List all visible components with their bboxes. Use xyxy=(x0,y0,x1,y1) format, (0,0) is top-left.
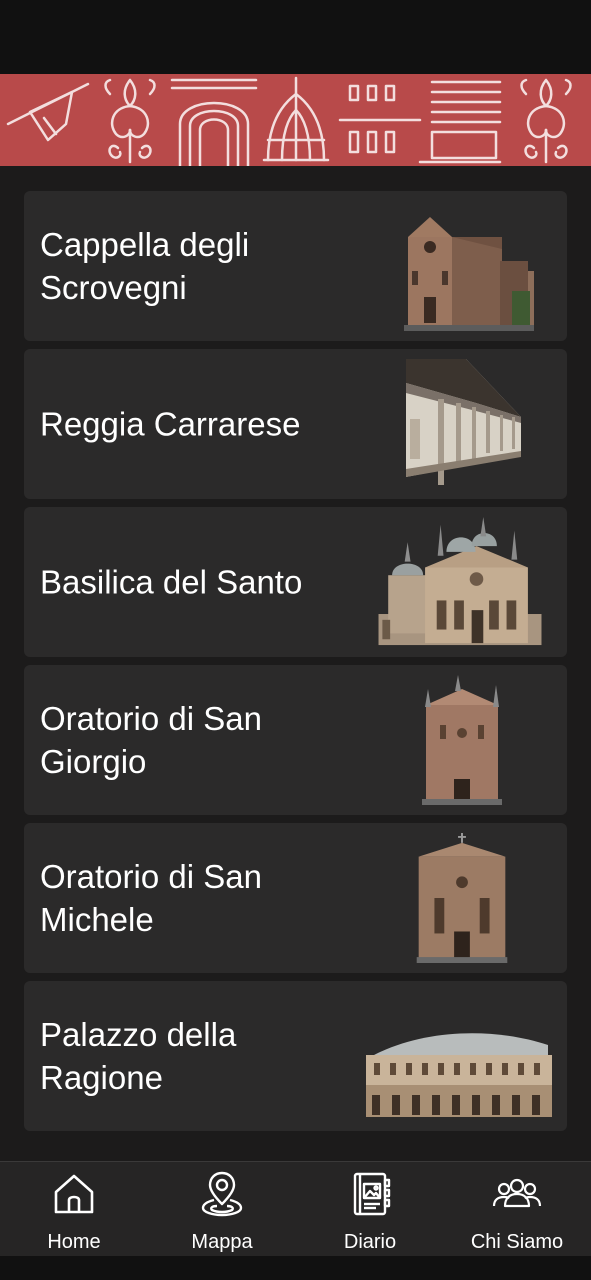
dome-icon xyxy=(262,76,330,162)
monument-title: Cappella degli Scrovegni xyxy=(40,226,250,306)
status-bar xyxy=(0,0,591,74)
arch-gate-icon xyxy=(170,78,258,166)
fleur-de-lis-icon xyxy=(104,78,156,164)
monument-card-san-giorgio[interactable]: Oratorio di San Giorgio xyxy=(24,665,567,815)
map-pin-icon xyxy=(201,1171,243,1217)
monument-title: Palazzo della Ragione xyxy=(40,1016,237,1096)
monument-card-basilica[interactable]: Basilica del Santo xyxy=(24,507,567,657)
monument-card-scrovegni[interactable]: Cappella degli Scrovegni xyxy=(24,191,567,341)
nav-label: Chi Siamo xyxy=(470,1231,564,1253)
monument-card-san-michele[interactable]: Oratorio di San Michele xyxy=(24,823,567,973)
oratory-building-icon xyxy=(422,675,502,805)
monument-title: Oratorio di San Giorgio xyxy=(40,700,262,780)
nav-label: Mappa xyxy=(191,1231,253,1253)
monument-card-ragione[interactable]: Palazzo della Ragione xyxy=(24,981,567,1131)
monument-title: Oratorio di San Michele xyxy=(40,858,262,938)
header-banner xyxy=(0,74,591,166)
system-gesture-area xyxy=(0,1256,591,1280)
nav-label: Diario xyxy=(343,1231,397,1253)
facade-windows-icon xyxy=(338,80,502,164)
people-icon xyxy=(492,1178,542,1208)
bottom-navigation: Home Mappa Diario Chi Siamo xyxy=(0,1161,591,1257)
nav-label: Home xyxy=(47,1231,101,1253)
nav-mappa[interactable]: Mappa xyxy=(148,1162,296,1257)
home-icon xyxy=(54,1174,94,1214)
basilica-domes-icon xyxy=(378,517,542,646)
fleur-de-lis-icon xyxy=(520,78,572,164)
chapel-building-icon xyxy=(404,217,534,331)
diary-icon xyxy=(353,1172,391,1216)
palace-hall-icon xyxy=(366,1033,552,1117)
oratory-building-icon xyxy=(416,833,508,963)
monument-title: Basilica del Santo xyxy=(40,563,303,601)
loggia-building-icon xyxy=(406,359,521,485)
monument-card-reggia[interactable]: Reggia Carrarese xyxy=(24,349,567,499)
banner-flag-icon xyxy=(6,82,90,142)
nav-diario[interactable]: Diario xyxy=(296,1162,444,1257)
nav-chi-siamo[interactable]: Chi Siamo xyxy=(443,1162,591,1257)
monument-title: Reggia Carrarese xyxy=(40,405,301,443)
nav-home[interactable]: Home xyxy=(0,1162,148,1257)
